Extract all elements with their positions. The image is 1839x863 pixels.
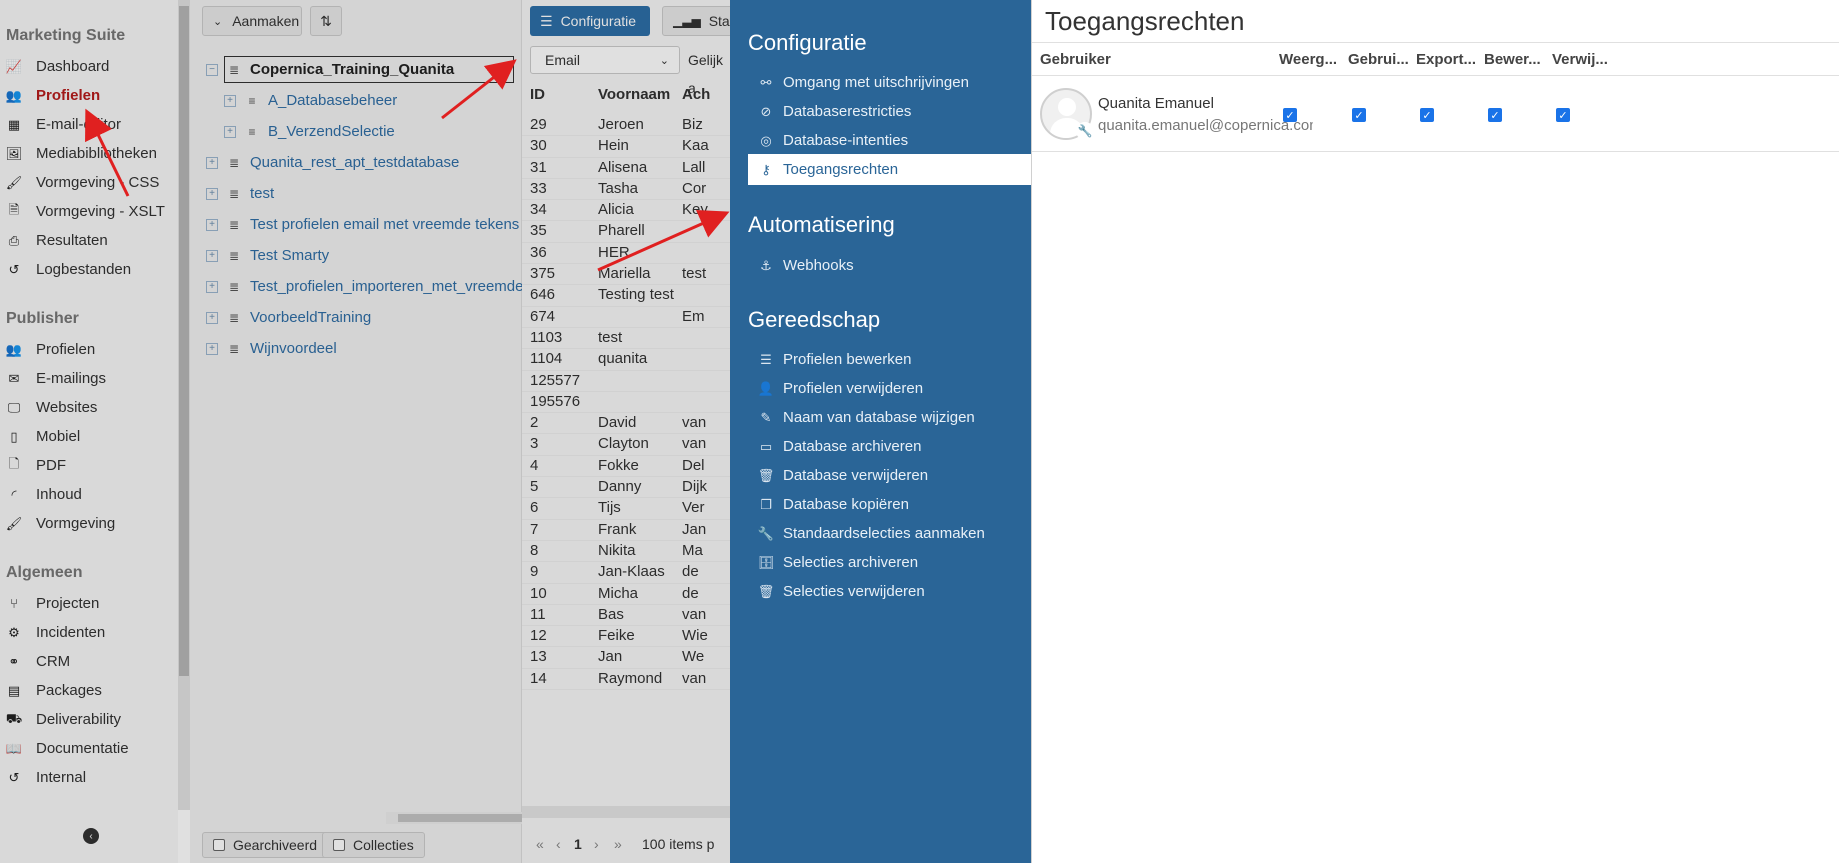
copy-icon: ❐ bbox=[760, 496, 772, 512]
config-item-databaserestricties[interactable]: ⊘ Databaserestricties bbox=[748, 96, 1031, 127]
permission-checkbox[interactable]: ✓ bbox=[1556, 108, 1570, 122]
config-item-label: Database kopiëren bbox=[783, 496, 909, 513]
unlink-icon: ⚯ bbox=[760, 74, 772, 90]
app-root: Marketing Suite 📈 Dashboard 👥 Profielen ▦ E-ma… bbox=[0, 0, 1839, 863]
config-item-omgang-met-uitschrijvingen[interactable]: ⚯ Omgang met uitschrijvingen bbox=[748, 67, 1031, 98]
config-item-selecties-verwijderen[interactable]: 🗑 Selecties verwijderen bbox=[748, 576, 1031, 607]
user-remove-icon: 👤 bbox=[757, 380, 775, 396]
modal-backdrop[interactable] bbox=[0, 0, 730, 863]
anchor-icon: ⚓ bbox=[760, 257, 772, 273]
config-item-label: Selecties archiveren bbox=[783, 554, 919, 571]
config-item-database-intenties[interactable]: ◎ Database-intenties bbox=[748, 125, 1031, 156]
configuration-panel: Configuratie ⚯ Omgang met uitschrijvingen ⊘… bbox=[730, 0, 1031, 863]
table-row: 🔧 Quanita Emanuel quanita.emanuel@copern… bbox=[1032, 78, 1839, 152]
archive-icon: ▭ bbox=[759, 438, 773, 454]
permission-checkbox[interactable]: ✓ bbox=[1283, 108, 1297, 122]
key-icon: ⚷ bbox=[761, 161, 771, 177]
config-item-label: Databaserestricties bbox=[783, 103, 912, 120]
config-item-label: Toegangsrechten bbox=[783, 161, 899, 178]
config-item-toegangsrechten[interactable]: ⚷ Toegangsrechten bbox=[748, 154, 1031, 185]
config-item-label: Database archiveren bbox=[783, 438, 922, 455]
permission-column-header: Weerg... bbox=[1279, 51, 1338, 68]
trash-icon: 🗑 bbox=[757, 467, 775, 483]
permission-column-header: Export... bbox=[1416, 51, 1477, 68]
edit-icon: ✎ bbox=[760, 409, 772, 425]
permission-column-header: Gebrui... bbox=[1348, 51, 1409, 68]
config-item-label: Selecties verwijderen bbox=[783, 583, 925, 600]
config-item-database-verwijderen[interactable]: 🗑 Database verwijderen bbox=[748, 460, 1031, 491]
config-item-selecties-archiveren[interactable]: 🗄 Selecties archiveren bbox=[748, 547, 1031, 578]
config-item-standaardselecties-aanmaken[interactable]: 🔧 Standaardselecties aanmaken bbox=[748, 518, 1031, 549]
config-item-webhooks[interactable]: ⚓ Webhooks bbox=[748, 250, 1031, 281]
config-item-label: Database-intenties bbox=[783, 132, 909, 149]
config-item-label: Standaardselecties aanmaken bbox=[783, 525, 985, 542]
permission-checkbox[interactable]: ✓ bbox=[1488, 108, 1502, 122]
config-item-label: Database verwijderen bbox=[783, 467, 929, 484]
config-item-label: Webhooks bbox=[783, 257, 854, 274]
user-email: quanita.emanuel@copernica.com bbox=[1098, 117, 1313, 134]
trash-icon: 🗑 bbox=[757, 583, 775, 599]
permission-checkbox[interactable]: ✓ bbox=[1352, 108, 1366, 122]
config-section-title: Gereedschap bbox=[748, 307, 881, 332]
wrench-icon: 🔧 bbox=[757, 525, 775, 541]
config-item-label: Profielen verwijderen bbox=[783, 380, 924, 397]
config-item-database-archiveren[interactable]: ▭ Database archiveren bbox=[748, 431, 1031, 462]
permission-checkbox[interactable]: ✓ bbox=[1420, 108, 1434, 122]
config-item-label: Naam van database wijzigen bbox=[783, 409, 975, 426]
config-item-profielen-verwijderen[interactable]: 👤 Profielen verwijderen bbox=[748, 373, 1031, 404]
wrench-icon: 🔧 bbox=[1076, 122, 1094, 140]
permission-column-header: Gebruiker bbox=[1040, 51, 1111, 68]
sliders-icon: ☰ bbox=[760, 351, 772, 367]
config-item-label: Omgang met uitschrijvingen bbox=[783, 74, 969, 91]
config-item-label: Profielen bewerken bbox=[783, 351, 912, 368]
access-table-header: Gebruiker Weerg... Gebrui... Export... Bewer… bbox=[1032, 42, 1839, 76]
config-item-profielen-bewerken[interactable]: ☰ Profielen bewerken bbox=[748, 344, 1031, 375]
avatar-head bbox=[1058, 98, 1076, 116]
user-name: Quanita Emanuel bbox=[1098, 95, 1214, 112]
permission-column-header: Verwij... bbox=[1552, 51, 1608, 68]
page-title: Toegangsrechten bbox=[1045, 6, 1245, 36]
permission-column-header: Bewer... bbox=[1484, 51, 1541, 68]
config-section-title: Automatisering bbox=[748, 212, 895, 237]
ban-icon: ⊘ bbox=[760, 103, 772, 119]
target-icon: ◎ bbox=[760, 132, 772, 148]
config-section-title: Configuratie bbox=[748, 30, 867, 55]
file-archive-icon: 🗄 bbox=[757, 554, 775, 570]
config-item-naam-van-database-wijzigen[interactable]: ✎ Naam van database wijzigen bbox=[748, 402, 1031, 433]
config-item-database-kopi-ren[interactable]: ❐ Database kopiëren bbox=[748, 489, 1031, 520]
access-rights-panel: Toegangsrechten Gebruiker Weerg... Gebrui.… bbox=[1031, 0, 1839, 863]
